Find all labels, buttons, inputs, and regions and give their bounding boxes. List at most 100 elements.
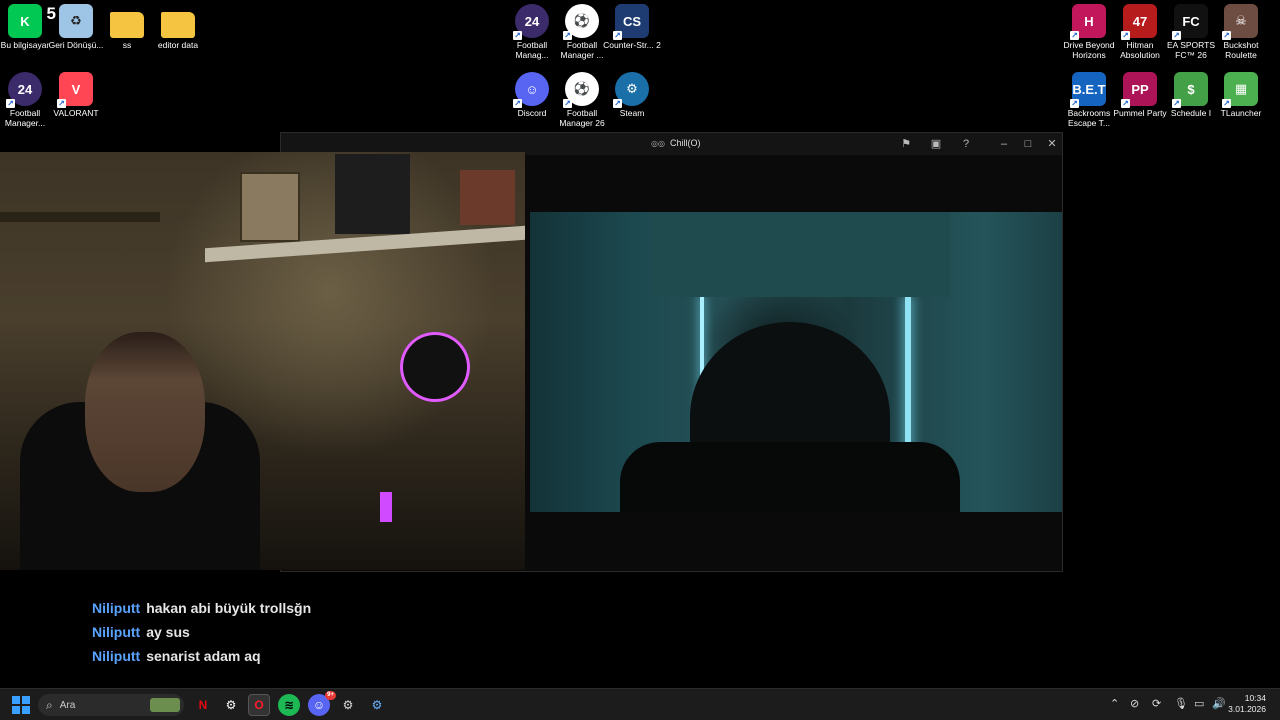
chat-message: Niliputt senarist adam aq bbox=[92, 644, 311, 668]
shortcut-arrow-icon: ↗ bbox=[1121, 99, 1130, 108]
recycle-bin-icon: ♻ bbox=[59, 4, 93, 38]
inbox-icon[interactable]: ▣ bbox=[927, 136, 945, 152]
wall-shelf bbox=[0, 212, 160, 222]
shortcut-arrow-icon: ↗ bbox=[1222, 99, 1231, 108]
shortcut-arrow-icon: ↗ bbox=[1222, 31, 1231, 40]
shortcut-arrow-icon: ↗ bbox=[57, 99, 66, 108]
eye-off-icon[interactable]: ⊘ bbox=[1130, 697, 1139, 710]
desktop-shortcut[interactable]: V ↗ VALORANT bbox=[44, 72, 108, 118]
flag-icon[interactable]: ⚑ bbox=[897, 136, 915, 152]
ea-fc-icon: FC ↗ bbox=[1172, 4, 1208, 40]
rgb-light bbox=[380, 492, 392, 522]
shortcut-arrow-icon: ↗ bbox=[1070, 31, 1079, 40]
shortcut-arrow-icon: ↗ bbox=[563, 31, 572, 40]
search-highlight-icon bbox=[150, 698, 180, 712]
close-button[interactable]: ✕ bbox=[1043, 136, 1061, 152]
shortcut-arrow-icon: ↗ bbox=[613, 99, 622, 108]
shortcut-arrow-icon: ↗ bbox=[1172, 99, 1181, 108]
window-light bbox=[905, 294, 911, 464]
maximize-button[interactable]: □ bbox=[1019, 136, 1037, 152]
spotify-icon[interactable]: ≋ bbox=[278, 694, 300, 716]
desktop-shortcut[interactable]: CS ↗ Counter-Str... 2 bbox=[600, 4, 664, 50]
window-title: ◎◎ Chill(O) bbox=[651, 138, 701, 148]
rockstar-icon[interactable]: ⚙ bbox=[337, 694, 359, 716]
display-icon[interactable]: ▭ bbox=[1194, 697, 1204, 710]
drive-beyond-icon: H ↗ bbox=[1070, 4, 1106, 40]
steam-icon[interactable]: ⚙ bbox=[366, 694, 388, 716]
hitman-icon: 47 ↗ bbox=[1121, 4, 1157, 40]
desktop-shortcut[interactable]: editor data bbox=[146, 4, 210, 50]
chevron-up-icon[interactable]: ⌃ bbox=[1110, 697, 1119, 710]
search-icon: ⌕ bbox=[46, 697, 53, 712]
chat-username: Niliputt bbox=[92, 624, 141, 640]
schedule-i-icon: $ ↗ bbox=[1172, 72, 1208, 108]
system-clock[interactable]: 10:34 3.01.2026 bbox=[1228, 693, 1266, 715]
chat-username: Niliputt bbox=[92, 648, 141, 664]
webcam-feed-remote bbox=[530, 212, 1062, 512]
discord-icon[interactable]: ☺ 9+ bbox=[308, 691, 336, 716]
volume-icon[interactable]: 🔊 bbox=[1212, 697, 1226, 710]
taskbar-search[interactable]: ⌕ Ara bbox=[38, 694, 184, 716]
clock-time: 10:34 bbox=[1244, 693, 1266, 703]
cs2-icon: CS ↗ bbox=[613, 4, 649, 40]
clock-date: 3.01.2026 bbox=[1228, 704, 1266, 714]
chat-overlay: Niliputt hakan abi büyük trollsğn Nilipu… bbox=[92, 596, 311, 668]
desktop-shortcut[interactable]: ▦ ↗ TLauncher bbox=[1209, 72, 1273, 118]
shortcut-arrow-icon: ↗ bbox=[613, 31, 622, 40]
shortcut-arrow-icon: ↗ bbox=[513, 99, 522, 108]
k5-icon: K5 bbox=[8, 4, 56, 38]
buckshot-icon: ☠ ↗ bbox=[1222, 4, 1258, 40]
netflix-icon[interactable]: N bbox=[192, 694, 214, 716]
desktop-shortcut-label: editor data bbox=[157, 40, 199, 50]
desktop-shortcut-label: TLauncher bbox=[1220, 108, 1262, 118]
tlauncher-icon: ▦ ↗ bbox=[1222, 72, 1258, 108]
webcam-feed-local bbox=[0, 152, 525, 570]
desktop-shortcut[interactable]: ⚙ ↗ Steam bbox=[600, 72, 664, 118]
sync-icon[interactable]: ⟳ bbox=[1152, 697, 1161, 710]
desktop-shortcut-label: Steam bbox=[619, 108, 645, 118]
shortcut-arrow-icon: ↗ bbox=[513, 31, 522, 40]
chat-text: ay sus bbox=[146, 624, 190, 640]
shortcut-arrow-icon: ↗ bbox=[1172, 31, 1181, 40]
discord-icon: ☺ ↗ bbox=[513, 72, 549, 108]
football-manager-icon: ⚽ ↗ bbox=[563, 4, 599, 40]
fm24-icon: 24 ↗ bbox=[513, 4, 549, 40]
chat-message: Niliputt hakan abi büyük trollsğn bbox=[92, 596, 311, 620]
fm24-icon: 24 ↗ bbox=[6, 72, 42, 108]
microphone-icon[interactable]: 🎙 bbox=[1174, 697, 1188, 710]
steam-icon: ⚙ ↗ bbox=[613, 72, 649, 108]
chat-text: hakan abi büyük trollsğn bbox=[146, 600, 312, 616]
valorant-icon: V ↗ bbox=[57, 72, 93, 108]
person-remote-shoulders bbox=[620, 442, 960, 512]
person-local bbox=[85, 332, 205, 492]
folder-icon bbox=[161, 12, 195, 38]
shortcut-arrow-icon: ↗ bbox=[563, 99, 572, 108]
folder-icon bbox=[110, 12, 144, 38]
shortcut-arrow-icon: ↗ bbox=[6, 99, 15, 108]
shortcut-arrow-icon: ↗ bbox=[1121, 31, 1130, 40]
chat-username: Niliputt bbox=[92, 600, 141, 616]
taskbar: ⌕ Ara N ⚙ O ≋ ☺ 9+ ⚙ ⚙ ⌃ ⊘ ⟳ 🎙 ▭ 🔊 10:34… bbox=[0, 688, 1280, 720]
wall-poster bbox=[460, 170, 515, 225]
steelseries-icon[interactable]: ⚙ bbox=[220, 694, 242, 716]
desktop-shortcut-label: Counter-Str... 2 bbox=[603, 40, 661, 50]
notification-badge: 9+ bbox=[325, 691, 336, 700]
ceiling bbox=[650, 212, 950, 297]
desktop-shortcut-label: Buckshot Roulette bbox=[1223, 40, 1259, 60]
wall-poster bbox=[240, 172, 300, 242]
wall-poster bbox=[335, 154, 410, 234]
shortcut-arrow-icon: ↗ bbox=[1070, 99, 1079, 108]
windows-start-icon[interactable] bbox=[10, 694, 32, 716]
pummel-party-icon: PP ↗ bbox=[1121, 72, 1157, 108]
desktop-shortcut-label: VALORANT bbox=[53, 108, 99, 118]
football-manager-icon: ⚽ ↗ bbox=[563, 72, 599, 108]
chill-app-icon: ◎◎ bbox=[651, 138, 665, 148]
help-icon[interactable]: ? bbox=[957, 136, 975, 152]
microphone bbox=[400, 332, 470, 402]
chat-text: senarist adam aq bbox=[146, 648, 261, 664]
minimize-button[interactable]: – bbox=[995, 136, 1013, 152]
chat-message: Niliputt ay sus bbox=[92, 620, 311, 644]
desktop-shortcut[interactable]: ☠ ↗ Buckshot Roulette bbox=[1209, 4, 1273, 60]
backrooms-icon: B.E.T ↗ bbox=[1070, 72, 1106, 108]
opera-gx-icon[interactable]: O bbox=[248, 694, 270, 716]
